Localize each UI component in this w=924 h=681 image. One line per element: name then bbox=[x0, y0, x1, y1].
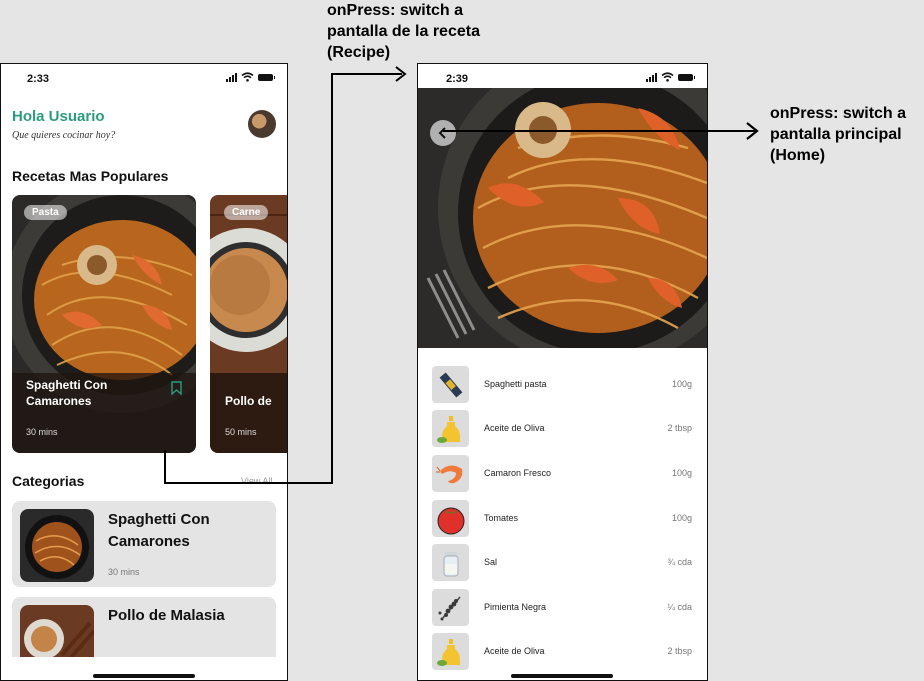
arrow-to-recipe bbox=[164, 73, 402, 484]
flow-arrows bbox=[164, 66, 759, 484]
